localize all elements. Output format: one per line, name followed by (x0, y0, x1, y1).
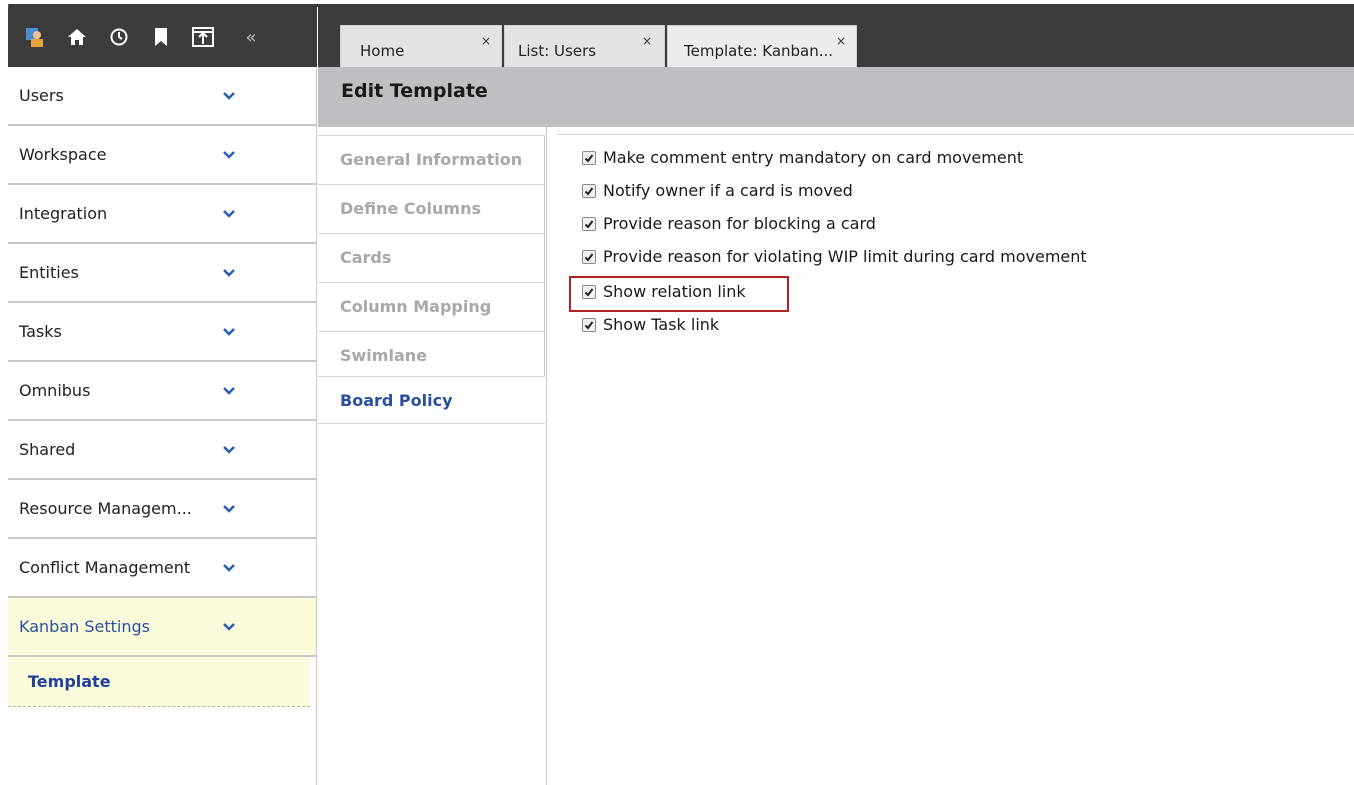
content-header: Edit Template (318, 67, 1354, 127)
sidebar-item-label: Tasks (19, 322, 62, 341)
checkmark-icon (584, 252, 594, 262)
tab-template-kanban[interactable]: Template: Kanban... × (667, 25, 857, 67)
tab-label: Home (360, 42, 405, 60)
option-mandatory-comment[interactable]: Make comment entry mandatory on card mov… (582, 148, 1023, 167)
sidebar-subitem-template[interactable]: Template (8, 657, 310, 707)
panel-divider (556, 134, 1354, 135)
checkmark-icon (584, 320, 594, 330)
sidebar-item-tasks[interactable]: Tasks (8, 303, 316, 362)
chevron-down-icon (223, 563, 235, 572)
checkmark-icon (584, 219, 594, 229)
sidebar-item-integration[interactable]: Integration (8, 185, 316, 244)
close-icon[interactable]: × (481, 34, 491, 48)
bookmark-icon[interactable] (150, 26, 172, 48)
option-reason-wip-limit[interactable]: Provide reason for violating WIP limit d… (582, 247, 1087, 266)
close-icon[interactable]: × (642, 34, 652, 48)
checkbox[interactable] (582, 317, 596, 332)
tab-label: Template: Kanban... (684, 42, 834, 60)
history-icon[interactable] (108, 26, 130, 48)
sidebar-item-conflict-management[interactable]: Conflict Management (8, 539, 316, 598)
tab-home[interactable]: Home × (340, 25, 502, 67)
page-title: Edit Template (341, 80, 488, 102)
sidebar-item-omnibus[interactable]: Omnibus (8, 362, 316, 421)
tab-bar: Home × List: Users × Template: Kanban...… (318, 7, 1354, 67)
checkmark-icon (584, 153, 594, 163)
left-toolbar: « (8, 7, 317, 67)
chevron-down-icon (223, 150, 235, 159)
checkbox[interactable] (582, 183, 596, 198)
checkbox[interactable] (582, 150, 596, 165)
sidebar-item-users[interactable]: Users (8, 67, 316, 126)
sidebar-item-resource-management[interactable]: Resource Managem... (8, 480, 316, 539)
sidebar-item-label: Shared (19, 440, 76, 459)
option-label: Show Task link (603, 315, 720, 334)
chevron-down-icon (223, 327, 235, 336)
subtab-cards[interactable]: Cards (318, 233, 545, 282)
collapse-icon[interactable]: « (240, 26, 262, 48)
sidebar-item-label: Workspace (19, 145, 107, 164)
close-icon[interactable]: × (836, 34, 846, 48)
option-label: Provide reason for blocking a card (603, 214, 876, 233)
subtab-divider (318, 423, 545, 424)
option-label: Make comment entry mandatory on card mov… (603, 148, 1024, 167)
checkbox[interactable] (582, 249, 596, 264)
option-label: Provide reason for violating WIP limit d… (603, 247, 1087, 266)
subtab-column-mapping[interactable]: Column Mapping (318, 282, 545, 331)
highlight-box (569, 276, 789, 312)
subtab-define-columns[interactable]: Define Columns (318, 184, 545, 233)
option-notify-owner[interactable]: Notify owner if a card is moved (582, 181, 853, 200)
template-section-tabs: General Information Define Columns Cards… (318, 127, 547, 785)
chevron-down-icon (223, 504, 235, 513)
sidebar-item-kanban-settings[interactable]: Kanban Settings (8, 598, 316, 657)
sidebar: Users Workspace Integration Entities Tas… (8, 67, 317, 785)
sidebar-item-label: Conflict Management (19, 558, 191, 577)
home-icon[interactable] (66, 26, 88, 48)
sidebar-item-label: Omnibus (19, 381, 91, 400)
option-reason-blocking[interactable]: Provide reason for blocking a card (582, 214, 876, 233)
chevron-down-icon (223, 91, 235, 100)
subtab-swimlane[interactable]: Swimlane (318, 331, 545, 380)
checkmark-icon (584, 186, 594, 196)
sidebar-item-workspace[interactable]: Workspace (8, 126, 316, 185)
sidebar-item-label: Users (19, 86, 64, 105)
tab-list-users[interactable]: List: Users × (504, 25, 665, 67)
option-show-task-link[interactable]: Show Task link (582, 315, 719, 334)
tab-label: List: Users (518, 42, 597, 60)
chevron-down-icon (223, 622, 235, 631)
sidebar-item-label: Resource Managem... (19, 499, 192, 518)
chevron-down-icon (223, 268, 235, 277)
subtab-board-policy[interactable]: Board Policy (318, 376, 545, 425)
subtab-general-information[interactable]: General Information (318, 135, 545, 184)
sidebar-item-label: Entities (19, 263, 79, 282)
sidebar-item-label: Integration (19, 204, 108, 223)
sidebar-item-entities[interactable]: Entities (8, 244, 316, 303)
chevron-down-icon (223, 445, 235, 454)
user-admin-icon[interactable] (24, 26, 46, 48)
sidebar-item-shared[interactable]: Shared (8, 421, 316, 480)
option-label: Notify owner if a card is moved (603, 181, 853, 200)
checkbox[interactable] (582, 216, 596, 231)
chevron-down-icon (223, 386, 235, 395)
sidebar-item-label: Kanban Settings (19, 617, 150, 636)
chevron-down-icon (223, 209, 235, 218)
export-icon[interactable] (192, 26, 214, 48)
